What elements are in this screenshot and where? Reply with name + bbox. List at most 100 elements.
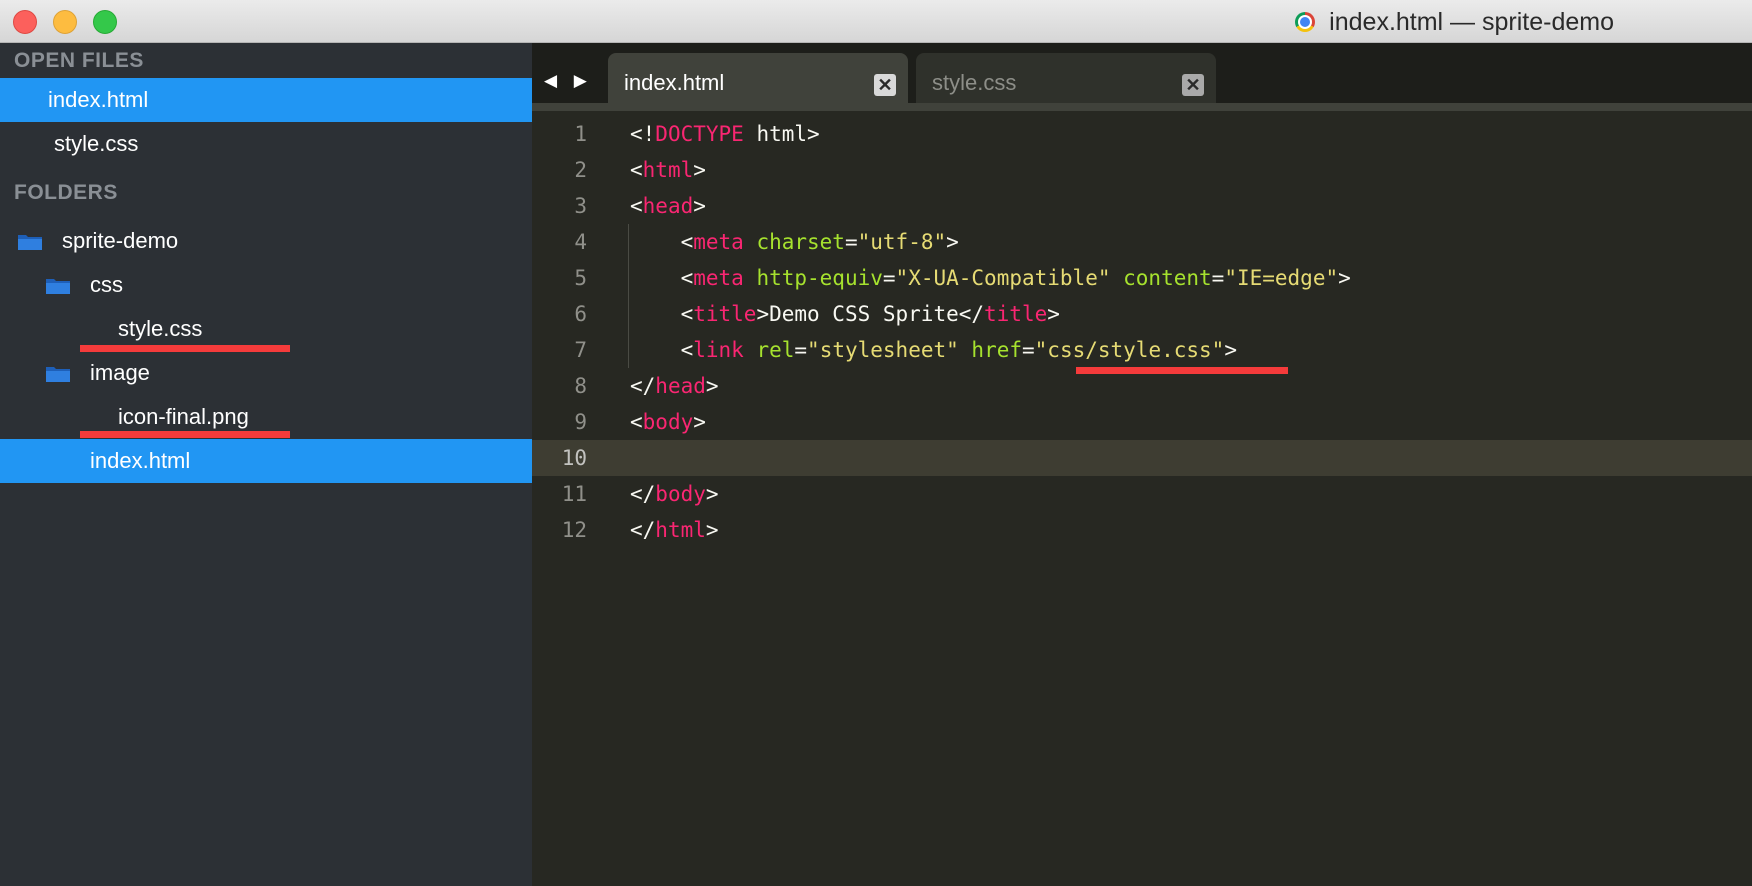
code-line[interactable]: 5 <meta http-equiv="X-UA-Compatible" con… — [532, 260, 1752, 296]
code-token: < — [630, 410, 643, 434]
zoom-window-button[interactable] — [93, 10, 117, 34]
open-file-index-html[interactable]: index.html — [0, 78, 532, 122]
tab-style-css[interactable]: style.css ✕ — [916, 53, 1216, 107]
code-token: charset — [756, 230, 845, 254]
code-token: "IE=edge" — [1224, 266, 1339, 290]
code-token: http-equiv — [756, 266, 883, 290]
indent-guide — [628, 296, 629, 332]
tab-bar-strip — [532, 103, 1752, 111]
code-token: > — [693, 410, 706, 434]
code-line[interactable]: 2 <html> — [532, 152, 1752, 188]
close-icon[interactable]: ✕ — [874, 74, 896, 96]
code-text: <html> — [630, 152, 706, 188]
line-number: 8 — [574, 374, 587, 398]
folder-image[interactable]: image — [0, 351, 532, 395]
code-token: = — [844, 230, 858, 254]
code-token: > — [1224, 338, 1237, 362]
indent-guide — [628, 260, 629, 296]
code-token: < — [630, 338, 694, 362]
code-token: </ — [630, 374, 656, 398]
line-number: 5 — [574, 266, 587, 290]
code-line[interactable]: 6 <title>Demo CSS Sprite</title> — [532, 296, 1752, 332]
code-token: </ — [630, 518, 656, 542]
annotation-underline — [80, 431, 290, 438]
folder-label: image — [90, 360, 150, 385]
close-window-button[interactable] — [13, 10, 37, 34]
code-token: DOCTYPE — [655, 122, 744, 146]
code-token: "utf-8" — [857, 230, 947, 254]
sidebar: OPEN FILES index.html style.css FOLDERS … — [0, 43, 532, 886]
code-line[interactable]: 10 — [532, 440, 1752, 476]
folder-icon — [18, 235, 42, 250]
line-number: 6 — [574, 302, 587, 326]
app-window: index.html — sprite-demo OPEN FILES inde… — [0, 0, 1752, 886]
code-token: > — [705, 518, 719, 542]
open-file-label: style.css — [54, 131, 139, 156]
code-token: = — [794, 338, 808, 362]
folder-icon — [46, 279, 70, 294]
code-token: > — [705, 482, 719, 506]
code-line[interactable]: 3 <head> — [532, 188, 1752, 224]
code-token: html — [642, 158, 694, 182]
code-line[interactable]: 9 <body> — [532, 404, 1752, 440]
line-number: 7 — [574, 338, 587, 362]
indent-guide — [628, 224, 629, 260]
code-line[interactable]: 1 <!DOCTYPE html> — [532, 116, 1752, 152]
line-number: 12 — [561, 518, 587, 542]
code-token: = — [1022, 338, 1035, 362]
code-token: meta — [693, 230, 744, 254]
code-text: <link rel="stylesheet" href="css/style.c… — [630, 332, 1237, 368]
tab-label: index.html — [624, 70, 725, 95]
code-token: = — [882, 266, 896, 290]
code-token: > — [1047, 302, 1060, 326]
code-token: head — [655, 374, 706, 398]
code-token: > — [946, 230, 959, 254]
code-line[interactable]: 4 <meta charset="utf-8"> — [532, 224, 1752, 260]
code-token: title — [693, 302, 757, 326]
code-text: </html> — [630, 512, 719, 548]
tab-nav-arrows[interactable]: ◀ ▶ — [544, 71, 593, 91]
tab-index-html[interactable]: index.html ✕ — [608, 53, 908, 107]
code-token: <! — [630, 122, 656, 146]
title-bar: index.html — sprite-demo — [0, 0, 1752, 43]
code-token: < — [630, 158, 643, 182]
open-file-style-css[interactable]: style.css — [0, 122, 532, 166]
code-token: content — [1123, 266, 1212, 290]
folder-css[interactable]: css — [0, 263, 532, 307]
code-text: <title>Demo CSS Sprite</title> — [630, 296, 1060, 332]
line-number: 9 — [574, 410, 587, 434]
chrome-icon — [1295, 12, 1316, 32]
code-token: html> — [743, 122, 820, 146]
tab-label: style.css — [932, 70, 1017, 95]
code-token: "css/style.css" — [1034, 338, 1225, 362]
code-token: > — [693, 194, 706, 218]
code-token: body — [655, 482, 706, 506]
file-icon-final-png[interactable]: icon-final.png — [0, 395, 532, 439]
code-text: </body> — [630, 476, 719, 512]
code-line[interactable]: 12 </html> — [532, 512, 1752, 548]
code-token: meta — [693, 266, 744, 290]
code-token: < — [630, 230, 694, 254]
code-line[interactable]: 7 <link rel="stylesheet" href="css/style… — [532, 332, 1752, 368]
close-icon[interactable]: ✕ — [1182, 74, 1204, 96]
folder-sprite-demo[interactable]: sprite-demo — [0, 219, 532, 263]
code-token: body — [642, 410, 694, 434]
line-number: 4 — [574, 230, 587, 254]
code-token: < — [630, 266, 694, 290]
code-area[interactable]: 1 <!DOCTYPE html> 2 <html> 3 <head> 4 <meta ch… — [532, 116, 1752, 548]
file-style-css[interactable]: style.css — [0, 307, 532, 352]
code-token: > — [705, 374, 719, 398]
code-token: >Demo CSS Sprite</ — [756, 302, 985, 326]
code-token: "X-UA-Compatible" — [895, 266, 1111, 290]
line-number: 11 — [561, 482, 587, 506]
minimize-window-button[interactable] — [53, 10, 77, 34]
window-title-group: index.html — sprite-demo — [1295, 6, 1614, 38]
file-label: index.html — [90, 448, 191, 473]
code-line[interactable]: 11 </body> — [532, 476, 1752, 512]
folders-title: FOLDERS — [14, 181, 118, 204]
file-index-html[interactable]: index.html — [0, 439, 532, 483]
line-number: 1 — [574, 122, 587, 146]
